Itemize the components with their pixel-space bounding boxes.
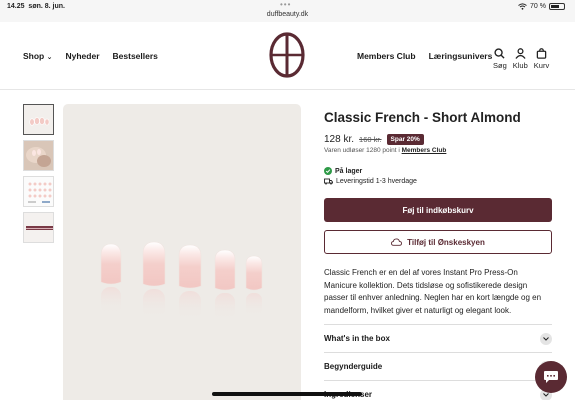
status-time: 14.25 søn. 8. jun. — [7, 3, 65, 10]
truck-icon — [324, 178, 333, 185]
club-button[interactable]: Klub — [513, 48, 528, 70]
accordion: What's in the box Begynderguide Ingredie… — [324, 324, 552, 400]
thumbnail-3[interactable] — [23, 176, 54, 207]
cloud-icon — [391, 238, 403, 246]
battery-icon — [549, 3, 565, 10]
nav-shop[interactable]: Shop ⌄ — [23, 51, 53, 61]
wishlist-button[interactable]: Tilføj til Ønskeskyen — [324, 230, 552, 254]
product-title: Classic French - Short Almond — [324, 110, 521, 125]
stock-status: På lager — [324, 167, 552, 175]
chevron-down-icon: ⌄ — [46, 54, 53, 61]
thumbnail-2[interactable] — [23, 140, 54, 171]
nav-bestsellers[interactable]: Bestsellers — [113, 51, 158, 61]
search-button[interactable]: Søg — [493, 48, 507, 70]
nav-members-club[interactable]: Members Club — [357, 51, 416, 61]
accordion-begynderguide[interactable]: Begynderguide — [324, 353, 552, 381]
brand-logo[interactable] — [264, 32, 310, 78]
nav-left: Shop ⌄ Nyheder Bestsellers — [23, 51, 158, 61]
accordion-whats-in-the-box[interactable]: What's in the box — [324, 325, 552, 353]
thumbnail-list — [23, 104, 55, 248]
points-text: Varen udløser 1280 point i Members Club — [324, 147, 447, 154]
discount-badge: Spar 20% — [386, 134, 424, 145]
url-bar[interactable]: duffbeauty.dk — [0, 11, 575, 18]
nav-right: Members Club Læringsunivers — [357, 51, 492, 61]
status-right: 70 % — [518, 3, 565, 10]
chevron-down-icon — [540, 332, 552, 345]
thumbnail-4[interactable] — [23, 212, 54, 243]
home-indicator[interactable] — [212, 392, 362, 396]
thumbnail-1[interactable] — [23, 104, 54, 135]
nav-nyheder[interactable]: Nyheder — [66, 51, 100, 61]
nav-laeringsunivers[interactable]: Læringsunivers — [429, 51, 493, 61]
product-image[interactable] — [63, 104, 301, 400]
site-header: Shop ⌄ Nyheder Bestsellers Members Club … — [0, 22, 575, 90]
user-icon — [515, 48, 526, 59]
bag-icon — [536, 48, 547, 59]
search-icon — [494, 48, 505, 59]
tab-dots-icon[interactable]: ••• — [280, 0, 291, 9]
members-club-link[interactable]: Members Club — [402, 147, 447, 154]
cart-button[interactable]: Kurv — [534, 48, 549, 70]
chat-button[interactable] — [535, 361, 567, 393]
header-icons: Søg Klub Kurv — [493, 48, 549, 70]
price-row: 128 kr. 160 kr. Spar 20% — [324, 134, 552, 145]
delivery-info: Leveringstid 1-3 hverdage — [324, 178, 552, 185]
old-price: 160 kr. — [359, 135, 382, 144]
battery-percent: 70 % — [530, 3, 546, 10]
status-bar: 14.25 søn. 8. jun. ••• duffbeauty.dk 70 … — [0, 0, 575, 22]
current-price: 128 kr. — [324, 134, 355, 145]
chat-icon — [544, 371, 558, 383]
product-info: Classic French - Short Almond 128 kr. 16… — [324, 104, 552, 400]
product-description: Classic French er en del af vores Instan… — [324, 268, 542, 315]
check-circle-icon — [324, 167, 332, 175]
add-to-cart-button[interactable]: Føj til indkøbskurv — [324, 198, 552, 222]
wifi-icon — [518, 3, 527, 10]
accordion-ingredienser[interactable]: Ingredienser — [324, 381, 552, 400]
